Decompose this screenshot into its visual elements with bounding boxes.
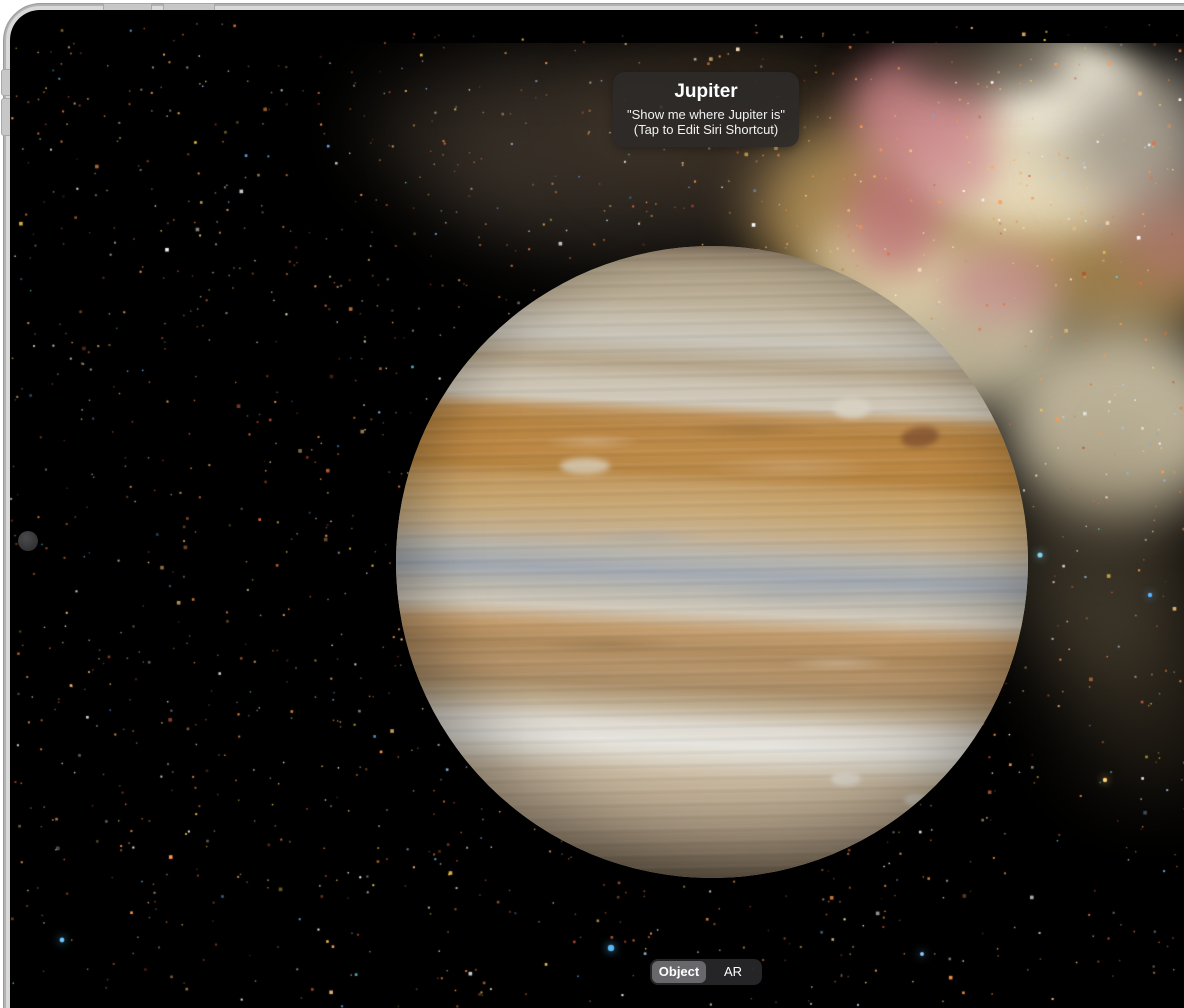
ar-mode-button[interactable]: AR xyxy=(706,961,760,983)
page-background: Jupiter "Show me where Jupiter is" (Tap … xyxy=(0,0,1184,1008)
object-mode-button[interactable]: Object xyxy=(652,961,706,983)
screen: Jupiter "Show me where Jupiter is" (Tap … xyxy=(10,10,1184,1008)
planet-shading xyxy=(396,246,1028,878)
front-camera-icon xyxy=(18,531,38,551)
tooltip-phrase: "Show me where Jupiter is" xyxy=(617,107,795,122)
planet-jupiter[interactable] xyxy=(396,246,1028,878)
tooltip-hint: (Tap to Edit Siri Shortcut) xyxy=(617,122,795,137)
tooltip-title: Jupiter xyxy=(617,81,795,103)
siri-shortcut-tooltip[interactable]: Jupiter "Show me where Jupiter is" (Tap … xyxy=(613,72,799,147)
storm-oval xyxy=(946,806,968,816)
view-mode-switcher: Object AR xyxy=(650,959,762,985)
